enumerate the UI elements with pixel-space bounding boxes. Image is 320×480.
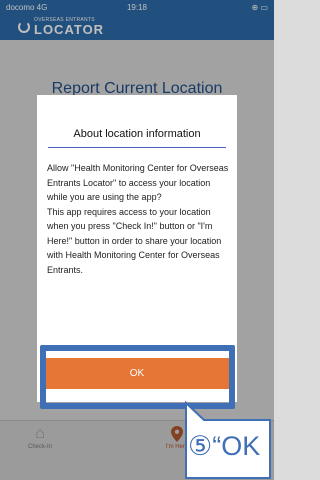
dialog-body: Allow "Health Monitoring Center for Over… [47, 163, 229, 275]
dialog-title: About location information [48, 128, 226, 148]
callout-label: ⑤“OK [188, 431, 261, 461]
